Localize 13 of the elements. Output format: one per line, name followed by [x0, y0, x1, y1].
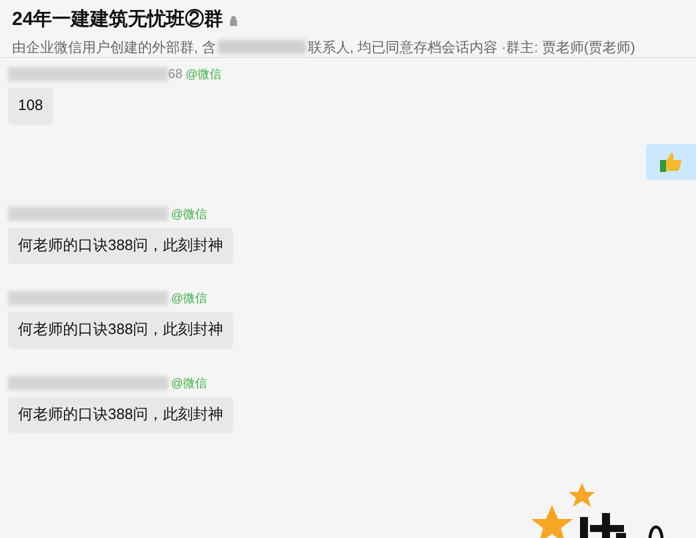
message-bubble: 何老师的口诀388问，此刻封神 — [8, 396, 234, 433]
wechat-source-tag: @微信 — [171, 204, 208, 222]
wechat-source-tag: @微信 — [185, 65, 222, 83]
wechat-source-tag: @微信 — [171, 374, 208, 392]
group-info-text: 联系人, 均已同意存档会话内容 ·群主: 贾老师(贾老师) — [308, 38, 636, 57]
message-bubble: 何老师的口诀388问，此刻封神 — [8, 312, 234, 348]
chat-title: 24年一建建筑无忧班②群 — [12, 8, 224, 32]
group-info-text: 由企业微信用户创建的外部群, 含 — [12, 38, 216, 56]
thumbs-up-icon — [660, 152, 682, 172]
message-bubble: 108 — [8, 88, 54, 124]
message-bubble: 何老师的口诀388问，此刻封神 — [8, 228, 234, 264]
wechat-source-tag: @微信 — [171, 289, 208, 307]
sender-name: 68 — [168, 65, 182, 84]
